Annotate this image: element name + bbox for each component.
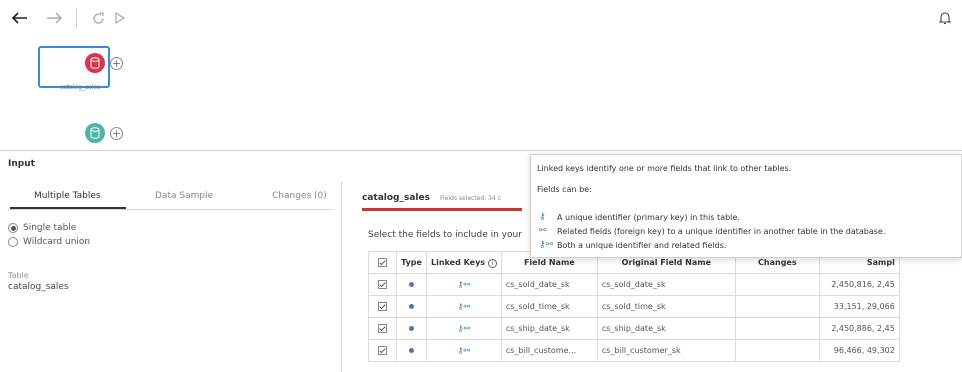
flow-canvas[interactable]: + catalog_sales + — [0, 38, 962, 150]
table-row[interactable]: ⚷⚯ cs_bill_custome... cs_bill_customer_s… — [368, 339, 900, 362]
run-play-icon[interactable] — [113, 9, 127, 27]
tab-changes[interactable]: Changes (0) — [272, 191, 327, 201]
tooltip-item-primary: ⚷ A unique identifier (primary key) in t… — [539, 212, 740, 222]
refresh-icon[interactable] — [90, 9, 106, 27]
number-type-icon — [409, 326, 414, 331]
column-header-linked-keys[interactable]: Linked Keys i — [426, 251, 502, 274]
option-single-table[interactable]: Single table — [8, 223, 76, 233]
bell-icon[interactable] — [937, 9, 953, 27]
sample-cell: 33,151, 29,066 — [818, 295, 900, 318]
fields-hint: Select the fields to include in your — [368, 230, 522, 240]
table-row[interactable]: ⚷⚯ cs_sold_time_sk cs_sold_time_sk 33,15… — [368, 295, 900, 318]
tabs-divider — [8, 209, 334, 210]
add-step-icon[interactable]: + — [110, 57, 123, 70]
both-keys-icon: ⚷⚯ — [539, 240, 554, 250]
fields-panel-header: catalog_sales Fields selected: 34 c — [362, 193, 501, 203]
row-checkbox[interactable] — [378, 280, 387, 289]
database-icon — [85, 53, 105, 73]
tooltip-item-text: A unique identifier (primary key) in thi… — [557, 212, 740, 222]
input-node-label: catalog_sales — [59, 84, 101, 91]
radio-selected-icon[interactable] — [8, 223, 18, 233]
toolbar — [0, 0, 962, 38]
changes-cell — [734, 317, 820, 340]
sample-cell: 2,450,886, 2,45 — [818, 317, 900, 340]
back-arrow-icon[interactable] — [10, 9, 30, 27]
radio-unselected-icon[interactable] — [8, 237, 18, 247]
primary-key-icon: ⚷ — [539, 212, 546, 222]
changes-cell — [734, 339, 820, 362]
sample-cell: 96,466, 49,302 — [818, 339, 900, 362]
linked-keys-tooltip: Linked keys identify one or more fields … — [530, 154, 962, 258]
linked-key-icon: ⚷⚯ — [457, 280, 471, 289]
linked-key-icon: ⚷⚯ — [457, 302, 471, 311]
toolbar-separator — [76, 9, 77, 29]
option-label: Wildcard union — [23, 237, 91, 247]
fields-table: Type Linked Keys i Field Name Original F… — [368, 251, 900, 362]
linked-key-icon: ⚷⚯ — [457, 324, 471, 333]
tooltip-item-both: ⚷⚯ Both a unique identifier and related … — [539, 240, 726, 250]
field-name-cell[interactable]: cs_ship_date_sk — [500, 317, 598, 340]
changes-cell — [734, 295, 820, 318]
output-database-icon[interactable] — [85, 123, 105, 143]
table-row[interactable]: ⚷⚯ cs_sold_date_sk cs_sold_date_sk 2,450… — [368, 273, 900, 296]
original-name-cell: cs_sold_time_sk — [596, 295, 736, 318]
linked-keys-label: Linked Keys — [431, 257, 486, 267]
table-field-value[interactable]: catalog_sales — [8, 282, 69, 292]
row-checkbox[interactable] — [378, 302, 387, 311]
info-circle-icon[interactable]: i — [487, 258, 497, 268]
panel-tabs: Multiple Tables Data Sample Changes (0) — [0, 181, 342, 210]
number-type-icon — [409, 348, 414, 353]
select-all-header[interactable] — [368, 251, 397, 274]
panel-title: Input — [8, 159, 35, 169]
table-field-label: Table — [8, 271, 29, 280]
linked-key-icon: ⚷⚯ — [457, 346, 471, 355]
number-type-icon — [409, 304, 414, 309]
row-checkbox[interactable] — [378, 324, 387, 333]
original-name-cell: cs_ship_date_sk — [596, 317, 736, 340]
left-config-panel: Multiple Tables Data Sample Changes (0) … — [0, 181, 342, 372]
column-header-type[interactable]: Type — [396, 251, 427, 274]
field-name-cell[interactable]: cs_sold_date_sk — [500, 273, 598, 296]
table-row[interactable]: ⚷⚯ cs_ship_date_sk cs_ship_date_sk 2,450… — [368, 317, 900, 340]
tab-data-sample[interactable]: Data Sample — [155, 191, 213, 201]
field-name-cell[interactable]: cs_sold_time_sk — [500, 295, 598, 318]
forward-arrow-icon[interactable] — [44, 9, 64, 27]
tooltip-item-text: Both a unique identifier and related fie… — [557, 240, 727, 250]
add-step-icon-2[interactable]: + — [110, 127, 123, 140]
tab-multiple-tables[interactable]: Multiple Tables — [34, 191, 101, 201]
option-wildcard-union[interactable]: Wildcard union — [8, 237, 90, 247]
row-checkbox[interactable] — [378, 346, 387, 355]
fields-selected-count: Fields selected: 34 c — [439, 195, 501, 202]
original-name-cell: cs_sold_date_sk — [596, 273, 736, 296]
tooltip-item-text: Related fields (foreign key) to a unique… — [557, 226, 886, 236]
sample-cell: 2,450,816, 2,45 — [818, 273, 900, 296]
fields-header-accent — [362, 208, 522, 211]
number-type-icon — [409, 282, 414, 287]
select-all-checkbox[interactable] — [378, 258, 387, 267]
fields-table-name: catalog_sales — [362, 193, 430, 203]
field-name-cell[interactable]: cs_bill_custome... — [500, 339, 598, 362]
option-label: Single table — [23, 223, 77, 233]
linked-key-icon: ⚯ — [539, 226, 547, 236]
changes-cell — [734, 273, 820, 296]
tooltip-intro: Linked keys identify one or more fields … — [537, 164, 792, 173]
original-name-cell: cs_bill_customer_sk — [596, 339, 736, 362]
tooltip-item-foreign: ⚯ Related fields (foreign key) to a uniq… — [539, 226, 885, 236]
tooltip-subheading: Fields can be: — [537, 185, 592, 194]
